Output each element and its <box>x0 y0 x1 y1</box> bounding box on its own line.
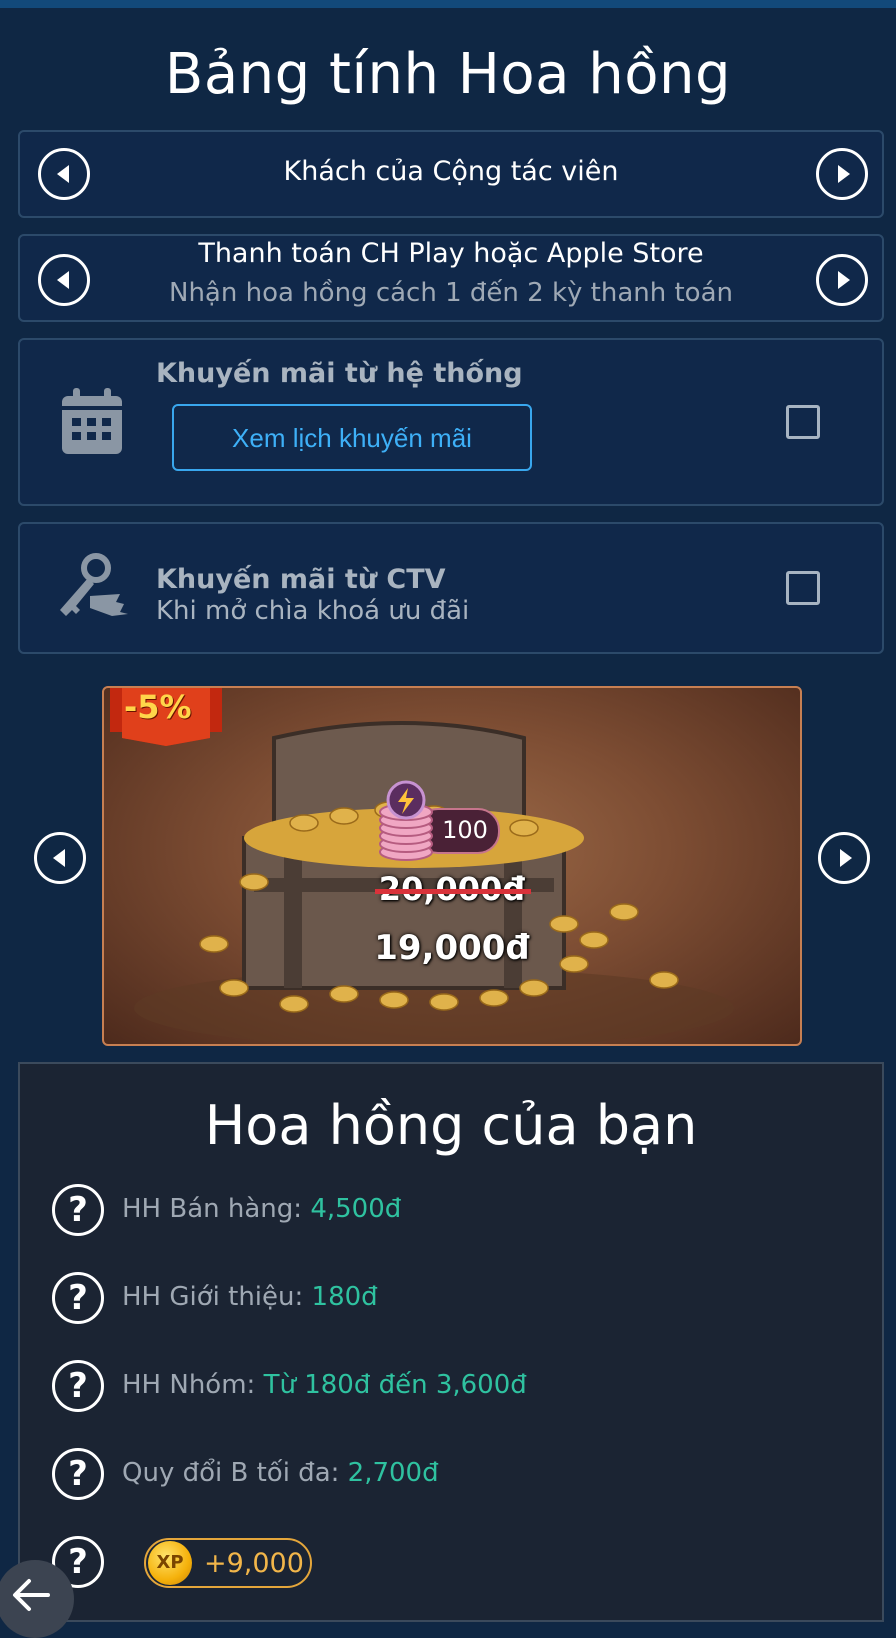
chevron-right-icon <box>838 165 850 183</box>
old-price: 20,000đ <box>104 870 800 908</box>
payment-method-next-button[interactable] <box>816 254 868 306</box>
xp-value: +9,000 <box>204 1548 304 1579</box>
payment-method-label: Thanh toán CH Play hoặc Apple Store <box>198 238 704 269</box>
commission-title: Hoa hồng của bạn <box>204 1094 698 1157</box>
commission-panel: Hoa hồng của bạn ? HH Bán hàng: 4,500đ ?… <box>18 1062 884 1622</box>
ctv-promo-checkbox[interactable] <box>786 571 820 605</box>
system-promo-checkbox[interactable] <box>786 405 820 439</box>
commission-row-b-exchange-text: Quy đổi B tối đa: 2,700đ <box>122 1458 439 1488</box>
commission-label: HH Nhóm: <box>122 1370 256 1400</box>
product-card[interactable]: -5% 100 20,000đ 19,000đ <box>102 686 802 1046</box>
payment-method-selector: Thanh toán CH Play hoặc Apple Store Nhận… <box>18 234 884 322</box>
help-icon[interactable]: ? <box>52 1184 104 1236</box>
commission-row-sales-text: HH Bán hàng: 4,500đ <box>122 1194 401 1224</box>
token-amount: 100 <box>442 816 488 844</box>
commission-row-group-text: HH Nhóm: Từ 180đ đến 3,600đ <box>122 1370 527 1400</box>
ctv-promo-title: Khuyến mãi từ CTV <box>156 564 446 595</box>
product-prev-button[interactable] <box>34 832 86 884</box>
commission-row-xp: ? XP +9,000 <box>52 1536 352 1592</box>
chevron-left-icon <box>53 849 65 867</box>
help-icon[interactable]: ? <box>52 1448 104 1500</box>
energy-token-stack-icon <box>379 780 433 861</box>
commission-label: HH Bán hàng: <box>122 1194 303 1224</box>
new-price: 19,000đ <box>374 928 530 968</box>
commission-value: Từ 180đ đến 3,600đ <box>263 1370 527 1400</box>
help-icon[interactable]: ? <box>52 1272 104 1324</box>
xp-pill: XP +9,000 <box>144 1538 312 1588</box>
page-title: Bảng tính Hoa hồng <box>164 42 732 107</box>
ctv-promo-panel <box>18 522 884 654</box>
customer-type-next-button[interactable] <box>816 148 868 200</box>
ctv-promo-sub: Khi mở chìa khoá ưu đãi <box>156 596 470 626</box>
help-icon[interactable]: ? <box>52 1360 104 1412</box>
chevron-right-icon <box>838 271 850 289</box>
customer-type-label: Khách của Cộng tác viên <box>283 156 619 187</box>
calendar-icon <box>62 388 122 454</box>
payment-method-sub: Nhận hoa hồng cách 1 đến 2 kỳ thanh toán <box>169 278 733 308</box>
discount-badge: -5% <box>124 688 192 726</box>
product-next-button[interactable] <box>818 832 870 884</box>
commission-label: HH Giới thiệu: <box>122 1282 304 1312</box>
commission-row-referral-text: HH Giới thiệu: 180đ <box>122 1282 378 1312</box>
back-button[interactable] <box>0 1560 74 1638</box>
xp-coin-icon: XP <box>148 1541 192 1585</box>
system-promo-title: Khuyến mãi từ hệ thống <box>156 358 523 389</box>
commission-label: Quy đổi B tối đa: <box>122 1458 340 1488</box>
top-bar <box>0 0 896 8</box>
arrow-left-icon <box>13 1579 50 1611</box>
commission-value: 2,700đ <box>347 1458 439 1488</box>
chevron-right-icon <box>840 849 852 867</box>
customer-type-selector: Khách của Cộng tác viên <box>18 130 884 218</box>
commission-value: 4,500đ <box>310 1194 402 1224</box>
keys-icon <box>60 553 128 616</box>
commission-value: 180đ <box>311 1282 378 1312</box>
strikethrough-line <box>374 889 532 894</box>
view-promo-schedule-button[interactable]: Xem lịch khuyến mãi <box>172 404 532 471</box>
